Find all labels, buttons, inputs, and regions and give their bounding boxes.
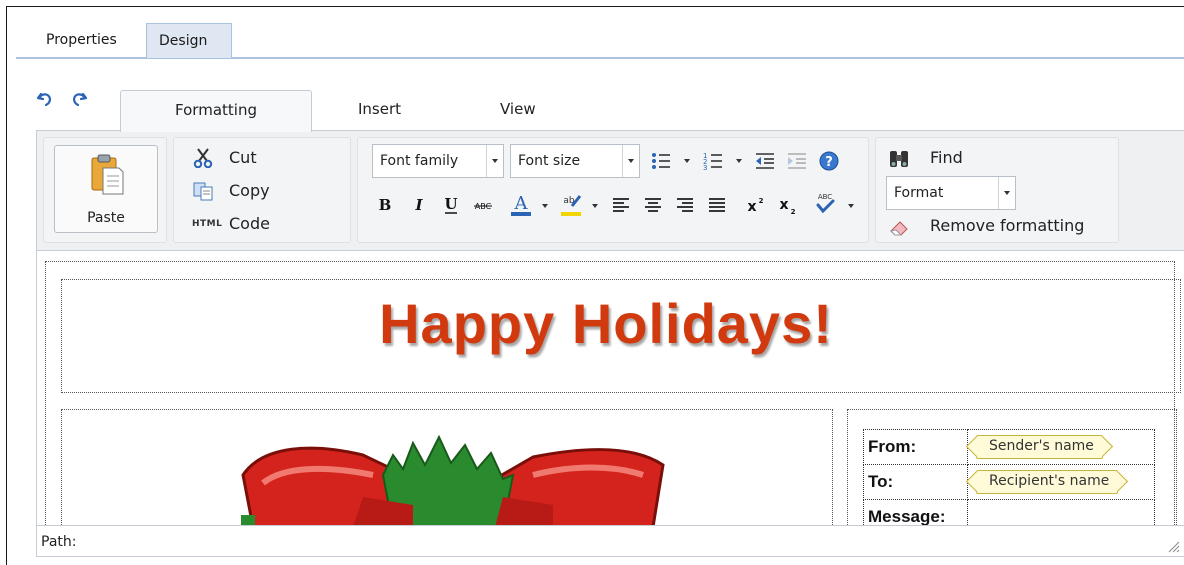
find-label: Find [930,148,963,167]
svg-text:x: x [747,199,756,215]
svg-text:B: B [379,196,392,214]
svg-text:2: 2 [759,197,764,205]
align-left-icon[interactable] [610,193,632,217]
font-size-select[interactable]: Font size [510,144,640,178]
tab-design[interactable]: Design [146,23,232,58]
font-family-value: Font family [380,153,459,169]
remove-formatting-label: Remove formatting [930,216,1085,235]
italic-icon[interactable]: I [408,193,430,217]
recipient-name-macro[interactable]: Recipient's name [976,470,1119,494]
find-button[interactable]: Find [888,146,988,172]
binoculars-icon [888,148,912,170]
code-button[interactable]: HTML Code [192,212,282,238]
copy-button[interactable]: Copy [192,179,282,205]
svg-text:ABC: ABC [818,193,832,201]
outdent-icon[interactable] [754,149,776,173]
format-select[interactable]: Format [886,176,1016,210]
to-label: To: [863,464,968,500]
paste-button[interactable]: Paste [54,145,158,233]
chevron-down-icon [622,145,639,177]
top-tab-bar: Properties Design [16,19,1184,60]
bulleted-list-dropdown[interactable] [684,157,692,165]
svg-text:U: U [444,195,457,213]
from-label: From: [863,429,968,465]
font-color-dropdown[interactable] [542,202,550,210]
code-icon: HTML [192,219,223,229]
chevron-down-icon [486,145,503,177]
sender-name-macro[interactable]: Sender's name [976,435,1103,459]
svg-text:I: I [414,196,423,214]
superscript-icon[interactable]: x2 [744,193,766,217]
cut-label: Cut [229,148,257,167]
align-center-icon[interactable] [642,193,664,217]
font-size-value: Font size [518,153,581,169]
ribbon-tab-insert[interactable]: Insert [358,90,401,130]
help-icon[interactable]: ? [818,149,840,173]
numbered-list-dropdown[interactable] [736,157,744,165]
to-value-cell[interactable]: Recipient's name [967,464,1155,500]
chevron-down-icon [998,177,1015,209]
highlight-dropdown[interactable] [592,202,600,210]
gift-bow-image [233,434,673,525]
tab-properties[interactable]: Properties [34,23,129,58]
path-label: Path: [41,534,77,550]
table-row: To: Recipient's name [863,464,1155,500]
details-table: From: Sender's name To: Recipient's name… [863,429,1155,525]
indent-icon[interactable] [786,149,808,173]
cut-button[interactable]: Cut [192,146,272,172]
path-bar: Path: [36,525,1184,557]
highlight-icon[interactable]: ab [560,190,582,218]
spellcheck-icon[interactable]: ABC [814,190,836,218]
subscript-icon[interactable]: x2 [776,193,798,217]
bulleted-list-icon[interactable] [650,149,672,173]
table-row: From: Sender's name [863,429,1155,465]
underline-icon[interactable]: U [440,193,462,217]
undo-icon[interactable] [36,90,54,108]
numbered-list-icon[interactable]: 123 [702,149,724,173]
spellcheck-dropdown[interactable] [848,202,856,210]
svg-text:3: 3 [703,164,707,172]
ribbon-tab-view[interactable]: View [500,90,536,130]
message-value-cell[interactable] [967,499,1155,525]
remove-formatting-button[interactable]: Remove formatting [888,214,1108,240]
message-label: Message: [863,499,968,525]
svg-text:?: ? [825,155,833,170]
svg-text:A: A [514,193,529,214]
paste-label: Paste [87,210,125,226]
strikethrough-icon[interactable]: ABC [472,193,494,217]
copy-label: Copy [229,181,270,200]
editor-area[interactable]: Happy Holidays! From: Sender's name To: … [36,250,1184,525]
from-value-cell[interactable]: Sender's name [967,429,1155,465]
redo-icon[interactable] [70,90,88,108]
ribbon-tab-formatting[interactable]: Formatting [120,90,312,132]
justify-icon[interactable] [706,193,728,217]
svg-text:2: 2 [791,208,796,216]
font-color-icon[interactable]: A [510,190,532,218]
code-label: Code [229,214,270,233]
svg-text:x: x [779,197,788,213]
cut-icon [192,148,216,169]
eraser-icon [888,216,912,238]
paste-icon [89,152,125,196]
table-row: Message: [863,499,1155,525]
format-value: Format [894,185,944,201]
resize-grip-icon[interactable] [1166,539,1180,553]
align-right-icon[interactable] [674,193,696,217]
bold-icon[interactable]: B [374,193,396,217]
headline-text: Happy Holidays! [379,292,833,355]
font-family-select[interactable]: Font family [372,144,504,178]
copy-icon [192,181,216,201]
